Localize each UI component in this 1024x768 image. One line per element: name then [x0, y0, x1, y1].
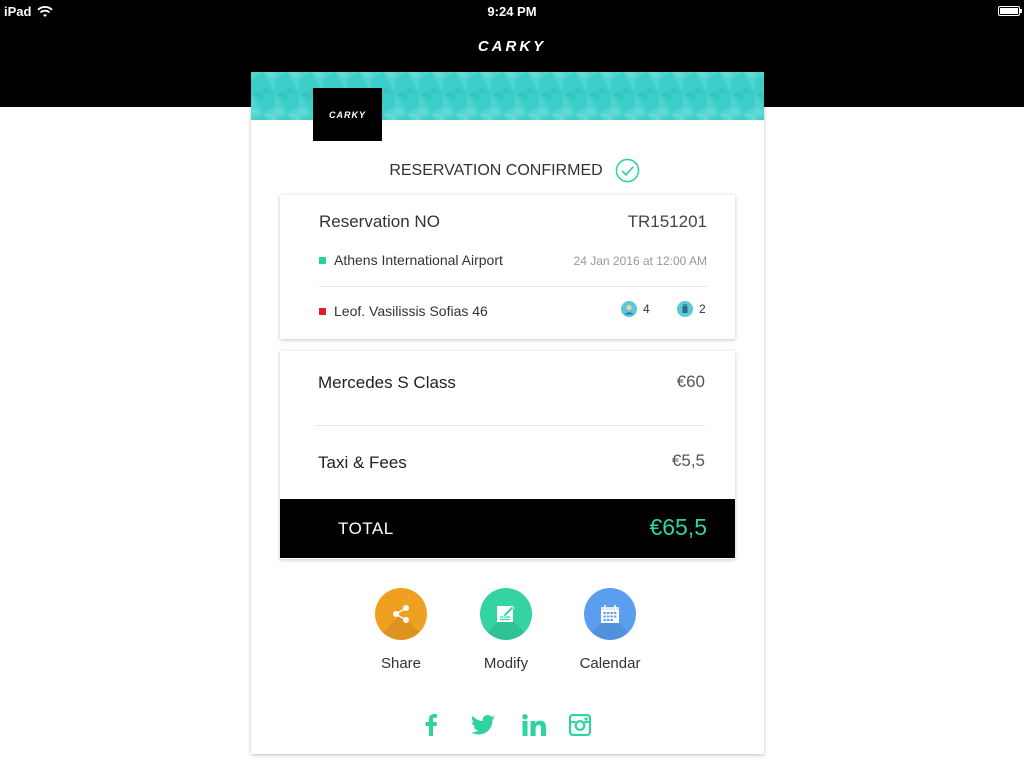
passenger-icon	[621, 301, 637, 317]
confirmation-heading: RESERVATION CONFIRMED	[251, 158, 764, 183]
calendar-action[interactable]: Calendar	[560, 588, 660, 672]
calendar-icon	[601, 605, 619, 623]
pricing-divider	[316, 425, 705, 426]
linkedin-icon[interactable]	[519, 710, 549, 740]
total-value: €65,5	[649, 514, 707, 540]
header-logo: CARKY	[477, 38, 547, 55]
price-item-name: Mercedes S Class	[318, 373, 456, 392]
luggage-count: 2	[677, 301, 706, 317]
card-logo: CARKY	[313, 88, 382, 141]
battery-icon	[998, 6, 1022, 16]
luggage-icon	[677, 301, 693, 317]
share-icon	[393, 605, 409, 623]
reservation-divider	[319, 286, 707, 287]
instagram-icon[interactable]	[565, 710, 595, 740]
dropoff-location: Leof. Vasilissis Sofias 46	[334, 303, 488, 319]
reservation-title: Reservation NO	[319, 212, 440, 231]
modify-label: Modify	[483, 655, 529, 672]
dropoff-dot-icon	[319, 307, 326, 315]
confirmation-card: CARKY RESERVATION CONFIRMED Reservation …	[251, 72, 764, 754]
modify-button[interactable]	[480, 588, 532, 640]
status-time: 9:24 PM	[487, 4, 537, 19]
modify-action[interactable]: Modify	[456, 588, 556, 672]
reservation-details-box: Reservation NO TR151201 Athens Internati…	[280, 195, 735, 339]
share-action[interactable]: Share	[351, 588, 451, 672]
total-label: TOTAL	[338, 519, 394, 538]
price-item-value: €60	[676, 372, 705, 391]
calendar-button[interactable]	[584, 588, 636, 640]
total-bar: TOTAL €65,5	[280, 499, 735, 558]
calendar-label: Calendar	[579, 655, 641, 672]
pickup-row: Athens International Airport	[319, 252, 503, 268]
share-label: Share	[380, 655, 422, 672]
confirmation-text: RESERVATION CONFIRMED	[389, 161, 603, 179]
pickup-datetime: 24 Jan 2016 at 12:00 AM	[573, 254, 707, 268]
facebook-icon[interactable]	[416, 710, 446, 740]
price-item-name: Taxi & Fees	[318, 453, 407, 472]
pricing-box: Mercedes S Class €60 Taxi & Fees €5,5 TO…	[280, 351, 735, 559]
share-button[interactable]	[375, 588, 427, 640]
dropoff-row: Leof. Vasilissis Sofias 46	[319, 303, 488, 319]
reservation-number: TR151201	[627, 212, 707, 231]
pickup-location: Athens International Airport	[334, 252, 503, 268]
check-circle-icon	[615, 158, 639, 183]
status-bar: iPad 9:24 PM	[0, 0, 1024, 24]
passenger-count: 4	[621, 301, 650, 317]
pickup-dot-icon	[319, 256, 326, 264]
luggage-count-value: 2	[699, 302, 706, 316]
passenger-count-value: 4	[643, 302, 650, 316]
price-item-value: €5,5	[671, 451, 705, 470]
twitter-icon[interactable]	[468, 710, 498, 740]
edit-icon	[497, 605, 515, 622]
